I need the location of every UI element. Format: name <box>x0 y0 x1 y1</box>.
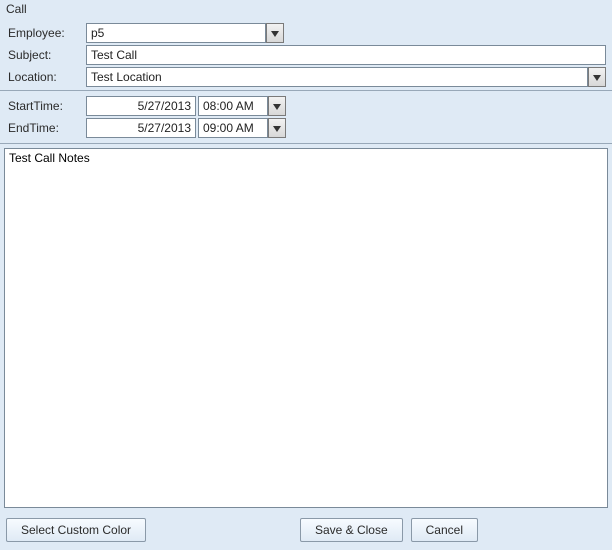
button-bar: Select Custom Color Save & Close Cancel <box>0 512 612 550</box>
save-and-close-button[interactable]: Save & Close <box>300 518 403 542</box>
subject-input[interactable] <box>86 45 606 65</box>
notes-field-wrap <box>4 148 608 508</box>
select-custom-color-button[interactable]: Select Custom Color <box>6 518 146 542</box>
chevron-down-icon <box>593 70 601 84</box>
location-input[interactable] <box>86 67 588 87</box>
chevron-down-icon <box>273 121 281 135</box>
starttime-label: StartTime: <box>6 99 86 113</box>
subject-label: Subject: <box>6 48 86 62</box>
end-date-input[interactable] <box>86 118 196 138</box>
employee-combo[interactable] <box>86 23 284 43</box>
basic-fields-section: Employee: Subject: Location: <box>0 20 612 91</box>
location-dropdown-button[interactable] <box>588 67 606 87</box>
end-time-dropdown-button[interactable] <box>268 118 286 138</box>
start-time-combo[interactable] <box>198 96 286 116</box>
location-label: Location: <box>6 70 86 84</box>
employee-label: Employee: <box>6 26 86 40</box>
location-row: Location: <box>2 66 610 88</box>
location-combo[interactable] <box>86 67 606 87</box>
cancel-button[interactable]: Cancel <box>411 518 478 542</box>
call-dialog: Call Employee: Subject: Location: <box>0 0 612 550</box>
employee-input[interactable] <box>86 23 266 43</box>
start-time-input[interactable] <box>198 96 268 116</box>
endtime-label: EndTime: <box>6 121 86 135</box>
endtime-row: EndTime: <box>2 117 610 139</box>
employee-row: Employee: <box>2 22 610 44</box>
end-time-combo[interactable] <box>198 118 286 138</box>
subject-row: Subject: <box>2 44 610 66</box>
start-time-dropdown-button[interactable] <box>268 96 286 116</box>
chevron-down-icon <box>273 99 281 113</box>
chevron-down-icon <box>271 26 279 40</box>
time-fields-section: StartTime: EndTime: <box>0 91 612 144</box>
end-time-input[interactable] <box>198 118 268 138</box>
starttime-row: StartTime: <box>2 95 610 117</box>
window-title: Call <box>0 0 612 20</box>
notes-textarea[interactable] <box>5 149 607 507</box>
start-date-input[interactable] <box>86 96 196 116</box>
employee-dropdown-button[interactable] <box>266 23 284 43</box>
